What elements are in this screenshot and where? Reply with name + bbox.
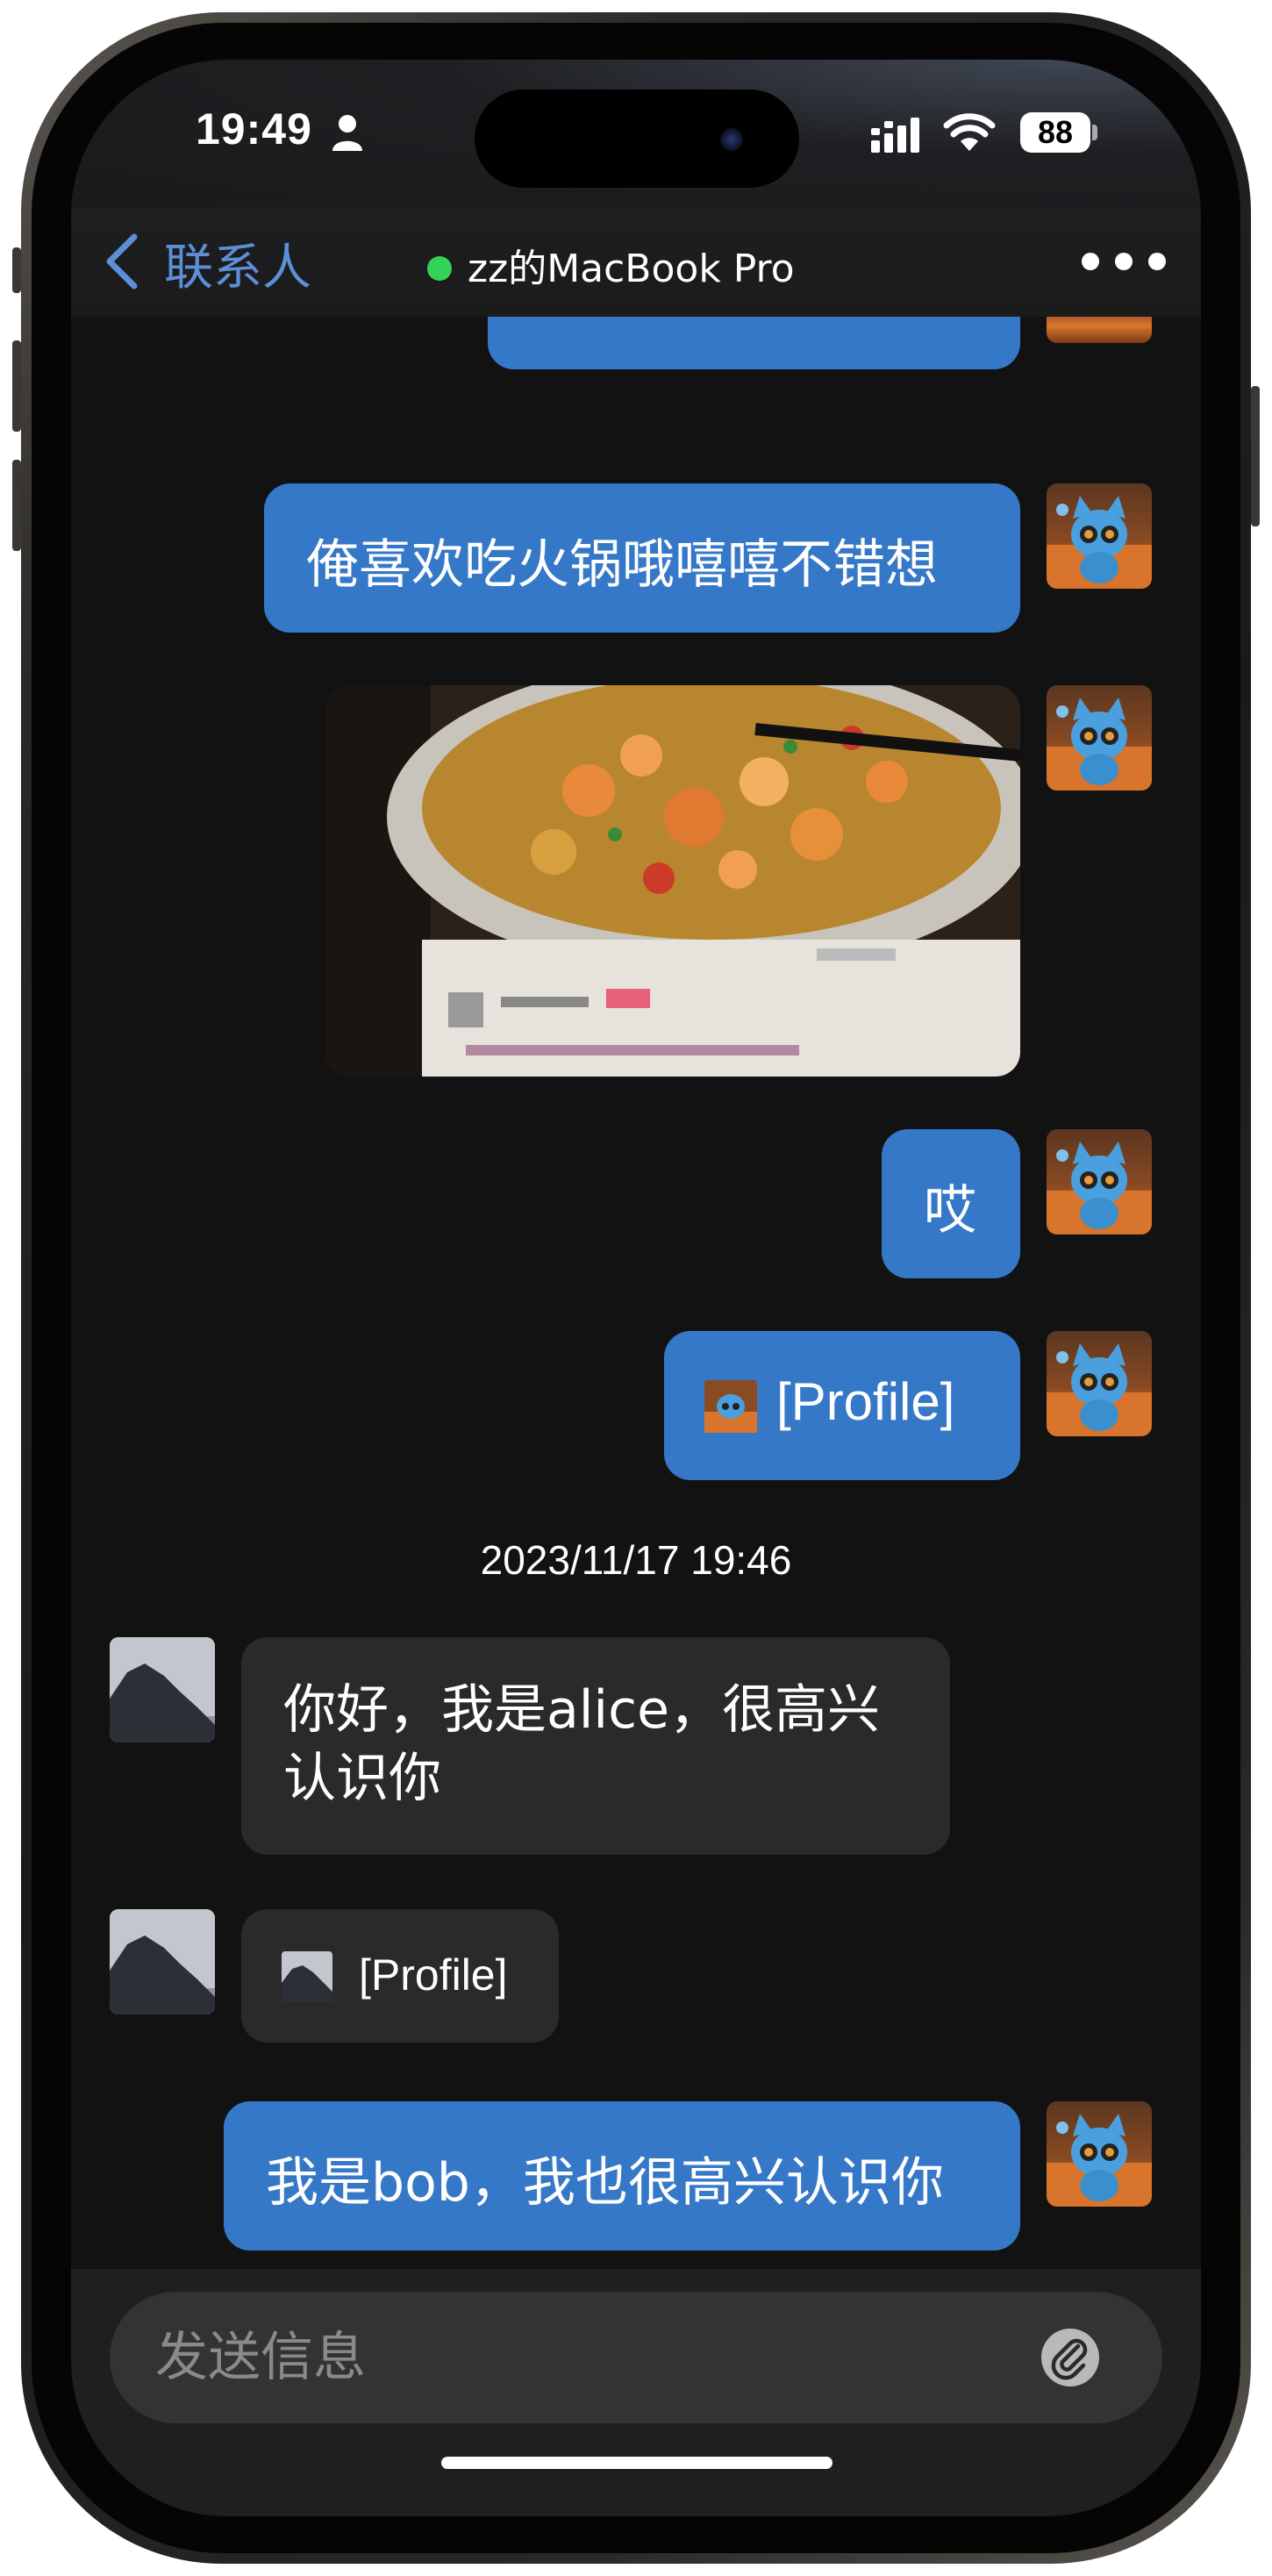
cat-avatar-icon [1047, 496, 1152, 589]
image-message[interactable] [325, 685, 1020, 1077]
dynamic-island [475, 89, 799, 188]
back-button[interactable]: 联系人 [164, 228, 311, 299]
profile-label: [Profile] [776, 1372, 955, 1431]
cat-avatar-icon [1047, 698, 1152, 791]
my-avatar [1047, 317, 1152, 343]
home-indicator[interactable] [441, 2457, 833, 2469]
message-timestamp: 2023/11/17 19:46 [480, 1537, 792, 1583]
rock-avatar-icon [110, 1637, 215, 1742]
message-bubble-incoming[interactable]: 你好，我是alice，很高兴 认识你 [241, 1637, 950, 1855]
profile-card-incoming[interactable]: [Profile] [241, 1909, 559, 2043]
action-button [12, 247, 21, 293]
message-text: 哎 [924, 1180, 976, 1241]
online-status-dot [427, 256, 452, 281]
message-text-line-1: 你好，我是alice，很高兴 [283, 1679, 881, 1741]
nav-bar: 联系人 zz的MacBook Pro [71, 207, 1201, 318]
status-time: 19:49 [196, 104, 312, 154]
chat-title: zz的MacBook Pro [468, 247, 795, 291]
signal-icon [871, 118, 919, 153]
message-list[interactable]: 俺喜欢吃火锅哦嘻嘻不错想 哎 [Profile] 2023/11/17 19:4… [71, 317, 1201, 2269]
front-camera [720, 128, 743, 151]
message-input[interactable] [110, 2292, 1162, 2423]
contact-avatar [110, 1909, 215, 2014]
message-bubble-outgoing[interactable]: 我是bob，我也很高兴认识你 [224, 2101, 1020, 2250]
message-bubble-outgoing[interactable]: 俺喜欢吃火锅哦嘻嘻不错想 [264, 483, 1020, 633]
hotpot-photo [325, 685, 1020, 1077]
profile-card-outgoing[interactable]: [Profile] [664, 1331, 1020, 1480]
cat-avatar-icon [1047, 1343, 1152, 1436]
my-avatar [1047, 2101, 1152, 2207]
more-icon[interactable] [1080, 251, 1168, 272]
my-avatar [1047, 1129, 1152, 1234]
wifi-icon [943, 113, 996, 151]
message-text-line-2: 认识你 [283, 1748, 441, 1809]
person-icon [332, 115, 362, 151]
phone-screen: 19:49 88 联系人 zz的MacBook Pro 俺喜欢吃火锅哦嘻嘻不错想… [71, 60, 1201, 2516]
message-text: 俺喜欢吃火锅哦嘻嘻不错想 [306, 534, 938, 596]
compose-bar [71, 2269, 1201, 2516]
contact-avatar [110, 1637, 215, 1742]
battery-tip [1092, 125, 1097, 140]
chevron-left-icon[interactable] [103, 233, 141, 290]
battery-icon: 88 [1020, 112, 1090, 153]
status-bar: 19:49 88 [71, 60, 1201, 207]
power-button [1251, 386, 1260, 526]
my-avatar [1047, 685, 1152, 791]
rock-avatar-icon [110, 1909, 215, 2014]
message-bubble-partial [488, 317, 1020, 369]
volume-down-button [12, 460, 21, 551]
profile-thumbnail-icon [704, 1380, 757, 1433]
cat-avatar-icon [1047, 1141, 1152, 1234]
my-avatar [1047, 483, 1152, 589]
message-bubble-outgoing[interactable]: 哎 [882, 1129, 1020, 1278]
my-avatar [1047, 1331, 1152, 1436]
profile-label: [Profile] [359, 1950, 508, 2000]
volume-up-button [12, 340, 21, 432]
profile-thumbnail-icon [282, 1951, 332, 2002]
cat-avatar-icon [1047, 2114, 1152, 2207]
paperclip-icon [1051, 2338, 1088, 2380]
attach-button[interactable] [1041, 2329, 1099, 2386]
message-text: 我是bob，我也很高兴认识你 [266, 2152, 944, 2214]
